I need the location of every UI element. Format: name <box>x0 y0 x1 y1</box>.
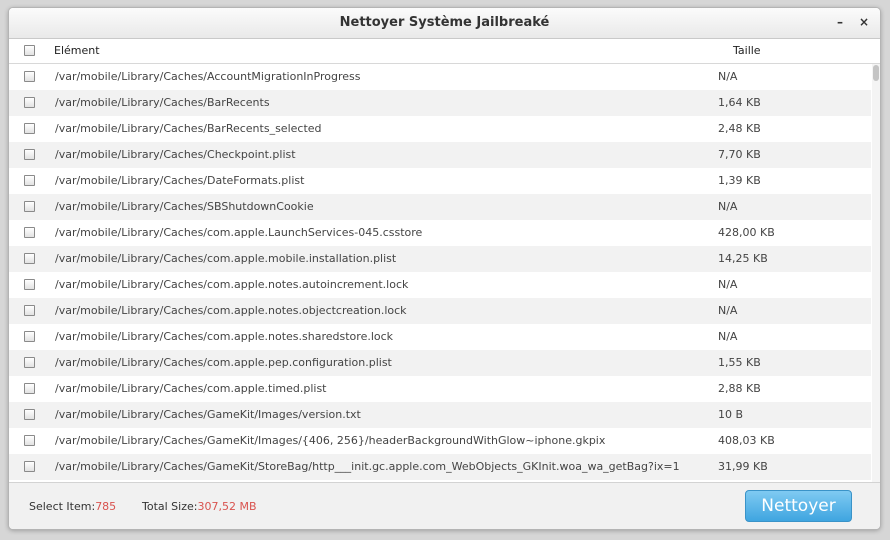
column-header-item[interactable]: Elément <box>54 44 100 57</box>
row-checkbox[interactable] <box>24 305 35 316</box>
row-checkbox[interactable] <box>24 97 35 108</box>
file-path: /var/mobile/Library/Caches/com.apple.not… <box>55 278 409 291</box>
window-title: Nettoyer Système Jailbreaké <box>339 15 550 30</box>
file-path: /var/mobile/Library/Caches/com.apple.not… <box>55 330 394 343</box>
selected-items: Select Item:785 <box>29 500 116 513</box>
file-path: /var/mobile/Library/Caches/SBShutdownCoo… <box>55 200 314 213</box>
table-row[interactable]: /var/mobile/Library/Caches/DateFormats.p… <box>9 168 871 194</box>
table-row[interactable]: /var/mobile/Library/Caches/com.apple.Lau… <box>9 220 871 246</box>
table-header: Elément Taille <box>9 39 880 64</box>
table-row[interactable]: /var/mobile/Library/Caches/AccountMigrat… <box>9 64 871 90</box>
minimize-button[interactable]: – <box>837 15 843 29</box>
row-checkbox[interactable] <box>24 357 35 368</box>
file-path: /var/mobile/Library/Caches/BarRecents <box>55 96 270 109</box>
file-size: 428,00 KB <box>718 226 775 239</box>
row-checkbox[interactable] <box>24 383 35 394</box>
selected-items-label: Select Item: <box>29 500 96 513</box>
row-checkbox[interactable] <box>24 435 35 446</box>
file-size: N/A <box>718 330 738 343</box>
row-checkbox[interactable] <box>24 409 35 420</box>
row-checkbox[interactable] <box>24 461 35 472</box>
file-size: 10 B <box>718 408 744 421</box>
footer: Select Item:785 Total Size:307,52 MB Net… <box>9 482 880 529</box>
file-size: 7,70 KB <box>718 148 761 161</box>
file-size: 408,03 KB <box>718 434 775 447</box>
table-row[interactable]: /var/mobile/Library/Caches/com.apple.not… <box>9 298 871 324</box>
file-size: N/A <box>718 70 738 83</box>
total-size-value: 307,52 MB <box>197 500 257 513</box>
row-checkbox[interactable] <box>24 253 35 264</box>
row-checkbox[interactable] <box>24 71 35 82</box>
table-row[interactable]: /var/mobile/Library/Caches/SBShutdownCoo… <box>9 194 871 220</box>
table-row[interactable]: /var/mobile/Library/Caches/BarRecents_se… <box>9 116 871 142</box>
file-size: N/A <box>718 304 738 317</box>
table-row[interactable]: /var/mobile/Library/Caches/GameKit/Store… <box>9 454 871 480</box>
file-path: /var/mobile/Library/Caches/GameKit/Image… <box>55 434 606 447</box>
table-row[interactable]: /var/mobile/Library/Caches/Checkpoint.pl… <box>9 142 871 168</box>
table-row[interactable]: /var/mobile/Library/Caches/com.apple.pep… <box>9 350 871 376</box>
file-path: /var/mobile/Library/Caches/com.apple.not… <box>55 304 407 317</box>
file-size: 31,99 KB <box>718 460 768 473</box>
total-size: Total Size:307,52 MB <box>142 500 257 513</box>
file-size: 1,39 KB <box>718 174 761 187</box>
file-path: /var/mobile/Library/Caches/com.apple.tim… <box>55 382 327 395</box>
clean-button[interactable]: Nettoyer <box>745 490 852 522</box>
table-row[interactable]: /var/mobile/Library/Caches/GameKit/Image… <box>9 428 871 454</box>
table-row[interactable]: /var/mobile/Library/Caches/GameKit/Image… <box>9 402 871 428</box>
file-path: /var/mobile/Library/Caches/com.apple.mob… <box>55 252 397 265</box>
close-button[interactable]: × <box>859 15 869 29</box>
column-header-size[interactable]: Taille <box>733 44 761 57</box>
table-row[interactable]: /var/mobile/Library/Caches/BarRecents 1,6… <box>9 90 871 116</box>
title-bar: Nettoyer Système Jailbreaké – × <box>9 8 880 39</box>
file-path: /var/mobile/Library/Caches/GameKit/Image… <box>55 408 361 421</box>
file-path: /var/mobile/Library/Caches/BarRecents_se… <box>55 122 322 135</box>
file-path: /var/mobile/Library/Caches/GameKit/Store… <box>55 460 680 473</box>
file-size: 14,25 KB <box>718 252 768 265</box>
file-path: /var/mobile/Library/Caches/com.apple.Lau… <box>55 226 423 239</box>
file-size: N/A <box>718 200 738 213</box>
row-checkbox[interactable] <box>24 123 35 134</box>
file-size: 1,64 KB <box>718 96 761 109</box>
table-row[interactable]: /var/mobile/Library/Caches/com.apple.not… <box>9 272 871 298</box>
file-size: 1,55 KB <box>718 356 761 369</box>
selected-items-count: 785 <box>95 500 117 513</box>
table-row[interactable]: /var/mobile/Library/Caches/com.apple.not… <box>9 324 871 350</box>
file-list: /var/mobile/Library/Caches/AccountMigrat… <box>9 64 871 482</box>
file-path: /var/mobile/Library/Caches/Checkpoint.pl… <box>55 148 296 161</box>
total-size-label: Total Size: <box>142 500 198 513</box>
row-checkbox[interactable] <box>24 227 35 238</box>
file-size: 2,48 KB <box>718 122 761 135</box>
select-all-checkbox[interactable] <box>24 45 35 56</box>
table-row[interactable]: /var/mobile/Library/Caches/com.apple.mob… <box>9 246 871 272</box>
scrollbar-thumb[interactable] <box>873 65 879 81</box>
row-checkbox[interactable] <box>24 279 35 290</box>
row-checkbox[interactable] <box>24 201 35 212</box>
file-path: /var/mobile/Library/Caches/DateFormats.p… <box>55 174 305 187</box>
file-path: /var/mobile/Library/Caches/AccountMigrat… <box>55 70 361 83</box>
row-checkbox[interactable] <box>24 331 35 342</box>
row-checkbox[interactable] <box>24 175 35 186</box>
file-size: 2,88 KB <box>718 382 761 395</box>
clean-system-window: Nettoyer Système Jailbreaké – × Elément … <box>8 7 881 530</box>
file-path: /var/mobile/Library/Caches/com.apple.pep… <box>55 356 392 369</box>
row-checkbox[interactable] <box>24 149 35 160</box>
scrollbar[interactable] <box>872 64 880 482</box>
file-size: N/A <box>718 278 738 291</box>
table-row[interactable]: /var/mobile/Library/Caches/com.apple.tim… <box>9 376 871 402</box>
